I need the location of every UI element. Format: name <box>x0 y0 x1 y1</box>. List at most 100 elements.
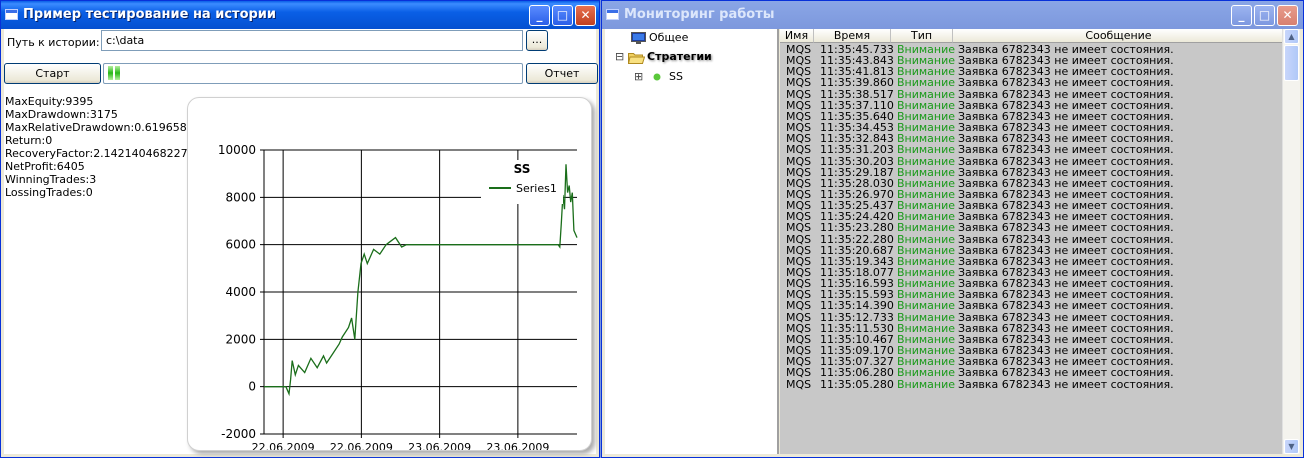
stat-return: Return:0 <box>5 134 53 147</box>
log-grid: Имя Время Тип Сообщение MQS 11:35:45.733 В… <box>780 29 1300 454</box>
log-cell-time: 11:35:31.203 <box>820 143 894 157</box>
window-title: Пример тестирование на истории <box>23 7 277 22</box>
backtest-client: Путь к истории: c:\data ... Старт Отчет … <box>4 29 598 454</box>
log-row[interactable]: MQS 11:35:14.390 Внимание Заявка 6782343 не… <box>780 300 1283 311</box>
log-cell-type: Внимание <box>897 76 956 90</box>
stat-max-drawdown: MaxDrawdown:3175 <box>5 108 118 121</box>
column-header-message[interactable]: Сообщение <box>953 29 1285 43</box>
log-cell-name: MQS <box>786 299 812 313</box>
log-cell-time: 11:35:38.517 <box>820 87 894 101</box>
monitor-icon <box>631 32 646 44</box>
log-cell-time: 11:35:14.390 <box>820 299 894 313</box>
log-cell-message: Заявка 6782343 не имеет состояния. <box>958 232 1174 246</box>
path-label: Путь к истории: <box>7 36 100 49</box>
log-cell-time: 11:35:30.203 <box>820 154 894 168</box>
strategy-status-icon <box>653 73 661 81</box>
log-cell-name: MQS <box>786 76 812 90</box>
x-tick-label: 22.06.2009 <box>330 441 393 450</box>
log-row[interactable]: MQS 11:35:30.203 Внимание Заявка 6782343 не… <box>780 156 1283 167</box>
log-cell-name: MQS <box>786 221 812 235</box>
column-header-name[interactable]: Имя <box>780 29 814 43</box>
close-icon[interactable]: ✕ <box>575 5 596 26</box>
y-tick-label: 4000 <box>225 285 256 299</box>
x-tick-label: 22.06.2009 <box>252 441 315 450</box>
log-cell-time: 11:35:06.280 <box>820 366 894 380</box>
log-cell-type: Внимание <box>897 377 956 391</box>
log-row[interactable]: MQS 11:35:05.280 Внимание Заявка 6782343 не… <box>780 379 1283 390</box>
log-cell-name: MQS <box>786 366 812 380</box>
collapse-toggle-icon[interactable]: ⊟ <box>615 50 624 63</box>
log-cell-name: MQS <box>786 87 812 101</box>
y-tick-label: 6000 <box>225 238 256 252</box>
report-button[interactable]: Отчет <box>526 63 598 84</box>
log-row[interactable]: MQS 11:35:06.280 Внимание Заявка 6782343 не… <box>780 367 1283 378</box>
start-button[interactable]: Старт <box>4 63 101 84</box>
log-cell-message: Заявка 6782343 не имеет состояния. <box>958 221 1174 235</box>
backtest-window: Пример тестирование на истории _ □ ✕ Пут… <box>0 0 600 458</box>
log-cell-type: Внимание <box>897 87 956 101</box>
log-cell-message: Заявка 6782343 не имеет состояния. <box>958 377 1174 391</box>
tree-label-ss: SS <box>669 70 683 83</box>
y-tick-label: 10000 <box>218 143 256 157</box>
log-cell-time: 11:35:23.280 <box>820 221 894 235</box>
legend-series-label: Series1 <box>516 182 557 195</box>
progress-block <box>115 66 120 80</box>
column-header-time[interactable]: Время <box>814 29 891 43</box>
stat-lossing-trades: LossingTrades:0 <box>5 186 93 199</box>
log-cell-name: MQS <box>786 165 812 179</box>
log-cell-message: Заявка 6782343 не имеет состояния. <box>958 76 1174 90</box>
tree-label-general: Общее <box>649 31 689 44</box>
log-cell-type: Внимание <box>897 165 956 179</box>
log-cell-type: Внимание <box>897 143 956 157</box>
log-cell-name: MQS <box>786 154 812 168</box>
maximize-icon[interactable]: □ <box>1254 5 1275 26</box>
monitoring-titlebar[interactable]: Мониторинг работы _ □ ✕ <box>602 1 1303 29</box>
folder-open-icon <box>628 53 645 64</box>
log-cell-type: Внимание <box>897 221 956 235</box>
log-cell-time: 11:35:39.860 <box>820 76 894 90</box>
log-cell-type: Внимание <box>897 310 956 324</box>
log-rows: MQS 11:35:45.733 Внимание Заявка 6782343 не… <box>780 44 1283 454</box>
progress-block <box>108 66 113 80</box>
log-row[interactable]: MQS 11:35:39.860 Внимание Заявка 6782343 не… <box>780 77 1283 88</box>
log-cell-time: 11:35:29.187 <box>820 165 894 179</box>
window-icon <box>606 9 619 20</box>
stat-winning-trades: WinningTrades:3 <box>5 173 97 186</box>
log-cell-message: Заявка 6782343 не имеет состояния. <box>958 366 1174 380</box>
monitoring-window: Мониторинг работы _ □ ✕ Общее ⊟ Стратеги… <box>601 0 1304 458</box>
log-scrollbar[interactable]: ▲ ▼ <box>1282 29 1300 454</box>
scroll-up-icon[interactable]: ▲ <box>1284 29 1299 44</box>
maximize-icon[interactable]: □ <box>552 5 573 26</box>
browse-button[interactable]: ... <box>526 30 548 51</box>
log-cell-time: 11:35:22.280 <box>820 232 894 246</box>
tree-label-strategies: Стратегии <box>647 50 712 63</box>
scroll-thumb[interactable] <box>1284 45 1299 81</box>
y-tick-label: -2000 <box>221 427 256 441</box>
column-header-type[interactable]: Тип <box>891 29 953 43</box>
log-cell-type: Внимание <box>897 299 956 313</box>
x-tick-label: 23.06.2009 <box>486 441 549 450</box>
close-icon[interactable]: ✕ <box>1277 5 1298 26</box>
log-cell-time: 11:35:05.280 <box>820 377 894 391</box>
minimize-icon[interactable]: _ <box>529 5 550 26</box>
scroll-down-icon[interactable]: ▼ <box>1284 439 1299 454</box>
log-cell-name: MQS <box>786 377 812 391</box>
log-cell-message: Заявка 6782343 не имеет состояния. <box>958 165 1174 179</box>
log-cell-time: 11:35:12.733 <box>820 310 894 324</box>
log-cell-name: MQS <box>786 143 812 157</box>
stat-net-profit: NetProfit:6405 <box>5 160 85 173</box>
log-cell-type: Внимание <box>897 232 956 246</box>
log-row[interactable]: MQS 11:35:31.203 Внимание Заявка 6782343 не… <box>780 144 1283 155</box>
minimize-icon[interactable]: _ <box>1231 5 1252 26</box>
expand-toggle-icon[interactable]: ⊞ <box>634 70 643 83</box>
progress-bar <box>103 63 523 84</box>
y-tick-label: 2000 <box>225 332 256 346</box>
equity-chart: -2000 0 2000 4000 6000 8000 10000 22.06.2009 22.… <box>187 97 592 454</box>
path-input[interactable]: c:\data <box>101 30 523 51</box>
legend-title: SS <box>514 162 531 176</box>
log-cell-message: Заявка 6782343 не имеет состояния. <box>958 87 1174 101</box>
backtest-titlebar[interactable]: Пример тестирование на истории _ □ ✕ <box>1 1 599 29</box>
window-icon <box>5 9 18 20</box>
log-row[interactable]: MQS 11:35:23.280 Внимание Заявка 6782343 не… <box>780 222 1283 233</box>
log-cell-name: MQS <box>786 232 812 246</box>
